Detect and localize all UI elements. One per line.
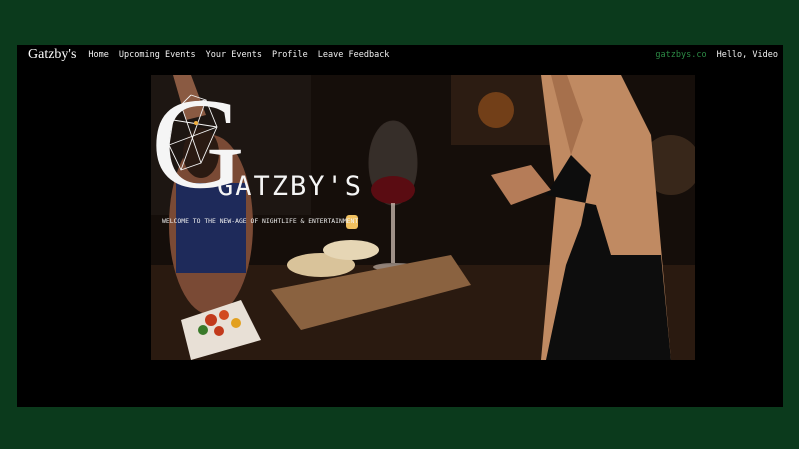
app-frame: Gatzby's Home Upcoming Events Your Event… xyxy=(17,45,783,407)
logo-letter: G xyxy=(151,75,245,205)
hero-tagline: WELCOME TO THE NEW-AGE OF NIGHTLIFE & EN… xyxy=(162,217,359,225)
nav-link-leave-feedback[interactable]: Leave Feedback xyxy=(318,50,390,60)
nav-link-upcoming-events[interactable]: Upcoming Events xyxy=(119,50,196,60)
nav-right: gatzbys.co Hello, Video xyxy=(655,50,778,60)
nav-link-profile[interactable]: Profile xyxy=(272,50,308,60)
gatzbys-logo: G xyxy=(151,75,245,205)
nav-link-home[interactable]: Home xyxy=(88,50,108,60)
hero-banner: GATZBY'S WELCOME TO THE NEW-AGE OF NIGHT… xyxy=(151,75,695,360)
navbar: Gatzby's Home Upcoming Events Your Event… xyxy=(17,45,783,65)
brand-logo[interactable]: Gatzby's xyxy=(28,47,76,63)
nav-link-your-events[interactable]: Your Events xyxy=(206,50,262,60)
user-greeting: Hello, Video xyxy=(716,50,778,60)
site-link[interactable]: gatzbys.co xyxy=(655,50,706,60)
